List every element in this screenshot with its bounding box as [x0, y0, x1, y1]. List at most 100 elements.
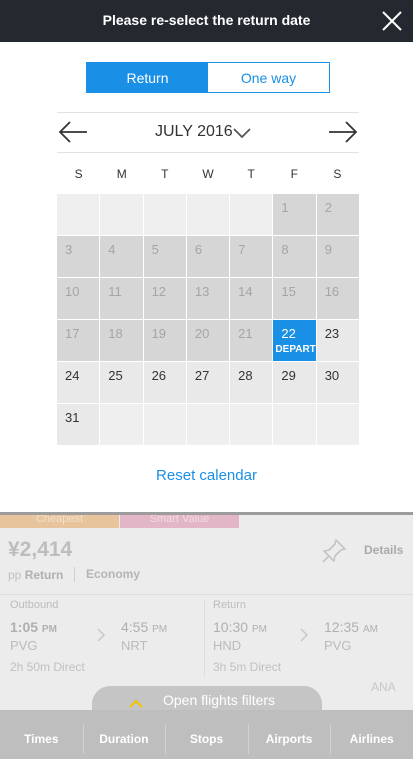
day-number: 8: [281, 242, 289, 257]
modal-header: Please re-select the return date: [0, 0, 413, 42]
day-number: 17: [65, 326, 80, 341]
weekday-header: S M T W T F S: [57, 167, 359, 183]
divider: [74, 567, 75, 582]
calendar-day[interactable]: 30: [316, 362, 359, 403]
pin-icon: [321, 538, 347, 564]
calendar-day[interactable]: 26: [143, 362, 186, 403]
calendar-empty-cell: [143, 194, 186, 235]
outbound-departure-airport: PVG: [10, 638, 38, 653]
day-number: 22: [281, 326, 296, 341]
day-number: 18: [108, 326, 123, 341]
calendar-day[interactable]: 22 DEPART: [273, 320, 316, 361]
modal-title: Please re-select the return date: [102, 12, 311, 28]
calendar-day: 4: [100, 236, 143, 277]
calendar-day: 13: [186, 278, 230, 319]
day-number: 6: [194, 242, 203, 257]
calendar-day: 3: [57, 236, 100, 277]
day-number: 19: [151, 326, 167, 341]
divider: [204, 600, 205, 676]
calendar-day[interactable]: 24: [57, 362, 100, 403]
filter-tab-duration[interactable]: Duration: [82, 710, 166, 759]
chevron-right-icon: [299, 627, 309, 643]
pp-label: pp: [8, 568, 22, 582]
month-navigator: JULY 2016: [57, 118, 359, 146]
trip-type-toggle: Return One way: [86, 62, 330, 93]
outbound-label: Outbound: [10, 599, 59, 611]
flight-price: ¥2,414: [8, 538, 73, 561]
chevron-right-icon: [96, 627, 106, 643]
filter-tab-airports[interactable]: Airports: [247, 710, 331, 759]
filter-tab-stops[interactable]: Stops: [165, 710, 248, 759]
calendar-empty-cell: [143, 404, 186, 445]
day-number: 5: [151, 242, 159, 257]
day-number: 1: [281, 200, 289, 215]
calendar-empty-cell: [100, 404, 143, 445]
calendar-day[interactable]: 23: [316, 320, 359, 361]
calendar-day: 7: [230, 236, 273, 277]
day-number: 24: [65, 368, 80, 383]
calendar-day[interactable]: 27: [186, 362, 230, 403]
day-number: 28: [238, 368, 253, 383]
calendar-day: 16: [316, 278, 359, 319]
price-note: pp Return: [8, 568, 63, 582]
filter-tab-bar: Times Duration Stops Airports Airlines: [0, 710, 413, 759]
calendar-empty-cell: [100, 194, 143, 235]
day-number: 3: [65, 242, 73, 257]
cheapest-tab: Cheapest: [0, 515, 119, 528]
day-number: 31: [65, 410, 80, 425]
close-icon[interactable]: [380, 9, 404, 33]
weekday-label: S: [333, 167, 342, 181]
outbound-departure-time: 1:05 PM: [10, 619, 57, 635]
calendar-empty-cell: [186, 194, 230, 235]
weekday-label: M: [116, 167, 127, 181]
calendar-empty-cell: [57, 194, 100, 235]
one-way-option-button[interactable]: One way: [208, 63, 329, 92]
calendar-day: 17: [57, 320, 100, 361]
day-number: 13: [194, 284, 210, 299]
day-number: 15: [281, 284, 296, 299]
arrow-right-icon[interactable]: [327, 118, 359, 146]
day-number: 12: [151, 284, 167, 299]
calendar-day[interactable]: 31: [57, 404, 100, 445]
arrow-left-icon[interactable]: [57, 118, 89, 146]
day-number: 26: [151, 368, 167, 383]
return-option-button[interactable]: Return: [87, 63, 208, 92]
outbound-duration: 2h 50m Direct: [10, 660, 85, 674]
day-number: 4: [108, 242, 116, 257]
calendar-day: 8: [273, 236, 316, 277]
open-filters-label: Open flights filters: [163, 692, 276, 708]
reset-calendar-link[interactable]: Reset calendar: [0, 467, 413, 484]
return-departure-time: 10:30 PM: [213, 619, 267, 635]
return-duration: 3h 5m Direct: [213, 660, 282, 674]
day-number: 2: [324, 200, 332, 215]
calendar-day: 6: [186, 236, 230, 277]
calendar-day[interactable]: 29: [273, 362, 316, 403]
smart-value-tab: Smart Value: [120, 515, 239, 528]
month-label[interactable]: JULY 2016: [155, 123, 233, 141]
day-number: 16: [324, 284, 340, 299]
day-number: 29: [281, 368, 296, 383]
return-arrival-time: 12:35 AM: [324, 619, 378, 635]
calendar-day: 15: [273, 278, 316, 319]
filter-tab-times[interactable]: Times: [0, 710, 83, 759]
calendar-empty-cell: [230, 404, 273, 445]
day-number: 7: [238, 242, 246, 257]
date-picker-modal: Return One way JULY 2016 S M T W T F S 1…: [0, 42, 413, 512]
calendar-day[interactable]: 28: [230, 362, 273, 403]
divider: [57, 112, 359, 113]
chevron-down-icon[interactable]: [232, 126, 252, 139]
filter-tab-airlines[interactable]: Airlines: [330, 710, 413, 759]
calendar-day: 10: [57, 278, 100, 319]
weekday-label: T: [247, 167, 255, 181]
outbound-arrival-time: 4:55 PM: [121, 619, 168, 635]
return-arrival-airport: PVG: [324, 638, 352, 653]
calendar-day: 14: [230, 278, 273, 319]
calendar-day[interactable]: 25: [100, 362, 143, 403]
day-number: 10: [65, 284, 80, 299]
day-number: 14: [238, 284, 253, 299]
calendar-empty-cell: [230, 194, 273, 235]
airline-name: ANA: [371, 680, 396, 694]
return-label: Return: [213, 599, 247, 611]
return-departure-airport: HND: [213, 638, 242, 653]
weekday-label: T: [161, 167, 169, 181]
